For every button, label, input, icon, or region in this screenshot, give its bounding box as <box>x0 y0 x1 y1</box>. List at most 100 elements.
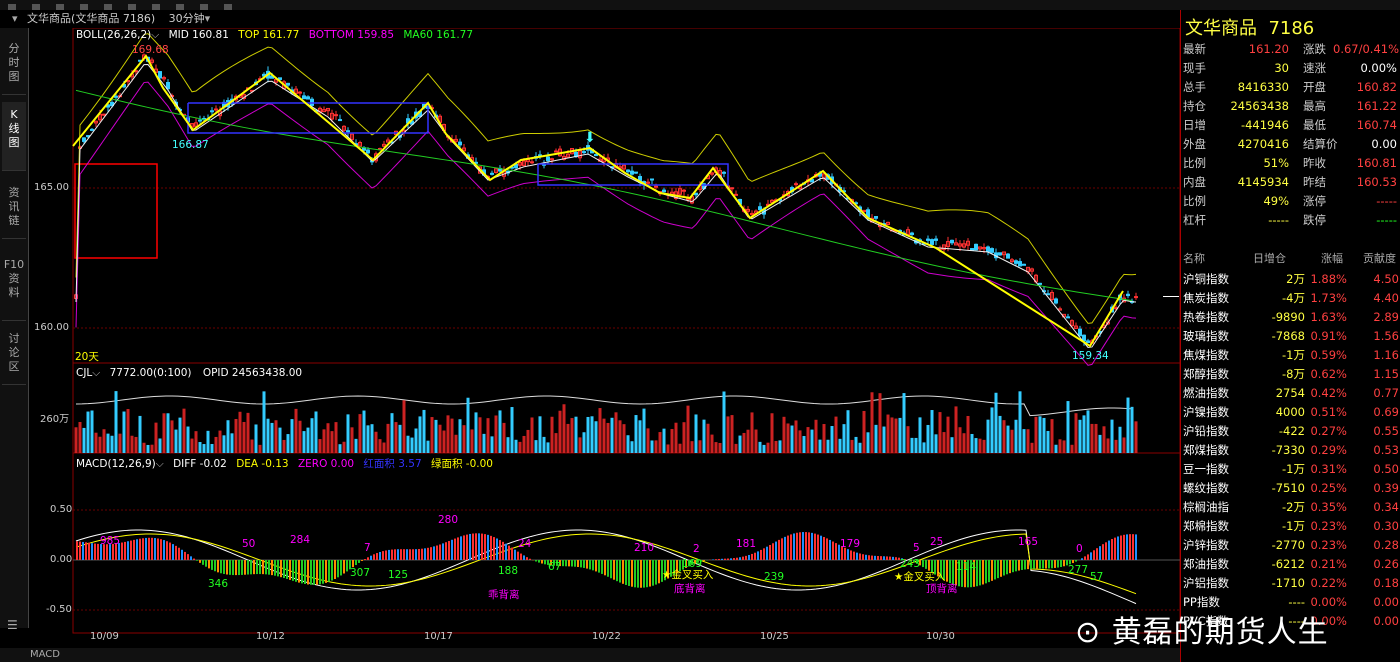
index-cell: 0.22% <box>1310 576 1347 590</box>
chevron-down-icon[interactable]: ⌵ <box>156 458 164 470</box>
volume-bar <box>874 424 878 453</box>
macd-bar <box>811 532 813 560</box>
index-cell: -2万 <box>1282 500 1305 514</box>
volume-bar <box>678 443 682 453</box>
index-row[interactable]: 郑煤指数 -7330 0.29% 0.53 <box>1181 441 1400 460</box>
candle-body <box>758 206 762 211</box>
volume-bar <box>378 439 382 453</box>
index-row[interactable]: 沪锌指数 -2770 0.23% 0.28 <box>1181 536 1400 555</box>
volume-bar <box>538 416 542 453</box>
macd-bar <box>418 548 420 560</box>
index-row[interactable]: 豆一指数 -1万 0.31% 0.50 <box>1181 460 1400 479</box>
volume-bar <box>382 442 386 453</box>
volume-bar <box>494 415 498 453</box>
index-row[interactable]: 棕榈油指 -2万 0.35% 0.34 <box>1181 498 1400 517</box>
tab-news[interactable]: 资 讯 链 <box>2 180 26 239</box>
volume-bar <box>182 408 186 453</box>
volume-bar <box>1070 444 1074 453</box>
macd-bar <box>238 560 240 576</box>
volume-bar <box>106 433 110 453</box>
quote-row: 杠杆 ----- 跌停 ----- <box>1183 211 1399 230</box>
macd-green-area: 绿面积 -0.00 <box>430 458 493 470</box>
index-cell: 0.00 <box>1373 614 1399 628</box>
volume-bar <box>890 417 894 453</box>
boll-mid: MID 160.81 <box>168 29 229 41</box>
kline-svg[interactable] <box>28 28 1180 648</box>
index-row[interactable]: 郑醇指数 -8万 0.62% 1.15 <box>1181 365 1400 384</box>
chevron-down-icon[interactable]: ⌵ <box>92 367 100 379</box>
quote-label: 总手 <box>1183 80 1206 94</box>
macd-bar <box>526 557 528 560</box>
volume-bar <box>130 435 134 453</box>
macd-bar <box>460 536 462 560</box>
col-name[interactable]: 名称 <box>1183 250 1205 268</box>
cjl-label[interactable]: CJL <box>76 367 92 379</box>
col-change[interactable]: 涨幅 <box>1321 250 1343 268</box>
volume-bar <box>502 422 506 453</box>
macd-bar <box>1003 560 1005 576</box>
macd-bar <box>712 559 714 560</box>
macd-bar <box>136 539 138 560</box>
macd-bar <box>268 560 270 575</box>
index-row[interactable]: 螺纹指数 -7510 0.25% 0.39 <box>1181 479 1400 498</box>
tab-forum[interactable]: 讨 论 区 <box>2 326 26 385</box>
macd-bar <box>235 560 237 576</box>
macd-bar <box>262 560 264 575</box>
index-row[interactable]: 郑油指数 -6212 0.21% 0.26 <box>1181 555 1400 574</box>
side-collapse-button[interactable] <box>1163 296 1179 297</box>
col-contrib[interactable]: 贡献度 <box>1363 250 1396 268</box>
candle-body <box>1086 340 1090 344</box>
chevron-down-icon[interactable]: ⌵ <box>151 29 159 41</box>
index-row[interactable]: 沪铝指数 -1710 0.22% 0.18 <box>1181 574 1400 593</box>
index-cell: 0.34 <box>1373 500 1399 514</box>
volume-bar <box>862 410 866 453</box>
index-row[interactable]: 焦煤指数 -1万 0.59% 1.16 <box>1181 346 1400 365</box>
candle-body <box>1018 261 1022 267</box>
col-oi[interactable]: 日增仓 <box>1253 250 1286 268</box>
volume-bar <box>1002 420 1006 453</box>
volume-bar <box>806 427 810 453</box>
macd-bar <box>862 554 864 560</box>
menu-icon[interactable]: ▾ <box>12 10 18 28</box>
tab-macd[interactable]: MACD <box>30 649 60 660</box>
volume-bar <box>690 441 694 453</box>
volume-bar <box>626 435 630 453</box>
volume-bar <box>870 392 874 453</box>
volume-bar <box>894 418 898 453</box>
index-row[interactable]: 沪铅指数 -422 0.27% 0.55 <box>1181 422 1400 441</box>
volume-bar <box>602 418 606 453</box>
index-row[interactable]: 燃油指数 2754 0.42% 0.77 <box>1181 384 1400 403</box>
volume-bar <box>642 408 646 453</box>
index-row[interactable]: 玻璃指数 -7868 0.91% 1.56 <box>1181 327 1400 346</box>
volume-bar <box>214 436 218 453</box>
macd-label[interactable]: MACD(12,26,9) <box>76 458 156 470</box>
index-row[interactable]: 郑棉指数 -1万 0.23% 0.30 <box>1181 517 1400 536</box>
volume-bar <box>218 430 222 453</box>
macd-bar <box>739 557 741 560</box>
chart-area[interactable]: BOLL(26,26,2)⌵ MID 160.81 TOP 161.77 BOT… <box>28 28 1180 648</box>
index-row[interactable]: 热卷指数 -9890 1.63% 2.89 <box>1181 308 1400 327</box>
boll-label[interactable]: BOLL(26,26,2) <box>76 29 151 41</box>
tab-timeshare[interactable]: 分 时 图 <box>2 36 26 95</box>
macd-bar <box>1018 560 1020 571</box>
macd-peak-label: 179 <box>840 538 861 550</box>
macd-bar <box>1105 542 1107 560</box>
chevron-down-icon[interactable]: ▾ <box>205 12 211 25</box>
volume-bar <box>1026 429 1030 453</box>
macd-bar <box>874 555 876 560</box>
volume-bars <box>74 391 1138 453</box>
macd-bar <box>619 560 621 583</box>
list-icon[interactable]: ☰ <box>7 618 18 632</box>
index-row[interactable]: 沪镍指数 4000 0.51% 0.69 <box>1181 403 1400 422</box>
index-row[interactable]: 焦炭指数 -4万 1.73% 4.40 <box>1181 289 1400 308</box>
tab-f10[interactable]: F10 资 料 <box>2 252 26 321</box>
macd-bar <box>298 560 300 583</box>
ma60-value: MA60 161.77 <box>403 29 474 41</box>
macd-bar <box>277 560 279 577</box>
index-row[interactable]: 沪铜指数 2万 1.88% 4.50 <box>1181 270 1400 289</box>
period-selector[interactable]: 30分钟 <box>169 12 205 25</box>
tab-kline[interactable]: K 线 图 <box>2 102 26 171</box>
quote-label: 外盘 <box>1183 137 1206 151</box>
instrument-title: 文华商品(文华商品 7186) <box>27 12 156 25</box>
quote-label: 持仓 <box>1183 99 1206 113</box>
